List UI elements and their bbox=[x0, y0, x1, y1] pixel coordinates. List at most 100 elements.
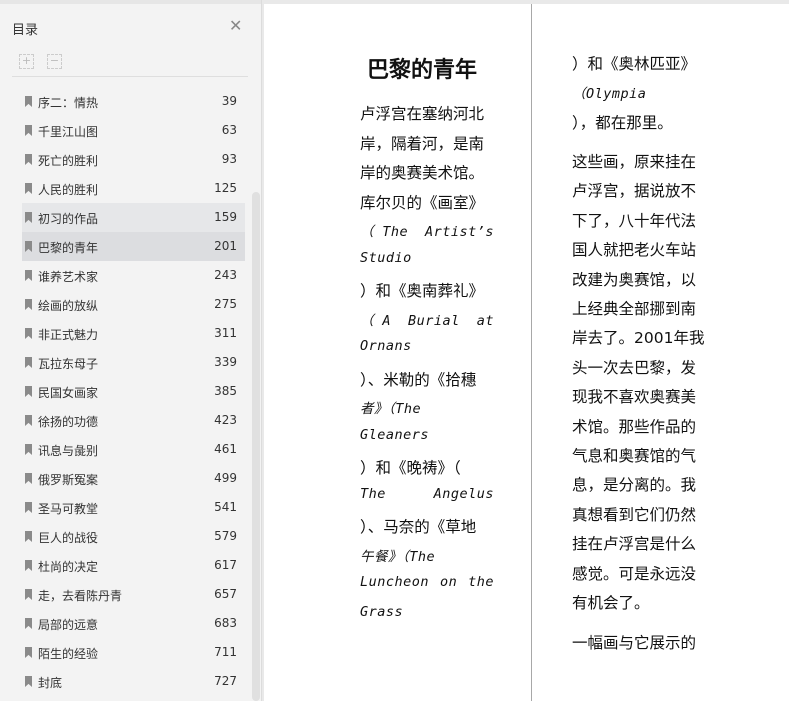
bookmark-icon bbox=[25, 328, 32, 339]
toc-item[interactable]: 巴黎的青年 201 bbox=[22, 232, 245, 261]
toc-item[interactable]: 圣马可教堂 541 bbox=[22, 493, 245, 522]
toc-item-label: 徐扬的功德 bbox=[38, 415, 99, 429]
toc-item[interactable]: 封底 727 bbox=[22, 667, 245, 696]
close-icon[interactable]: ✕ bbox=[229, 18, 242, 34]
toc-item[interactable]: 徐扬的功德 423 bbox=[22, 406, 245, 435]
text-line: ）和《晚祷》（ bbox=[360, 459, 461, 477]
toc-item-page: 243 bbox=[214, 268, 237, 282]
toc-item-label: 巨人的战役 bbox=[38, 531, 99, 545]
toc-item-page: 201 bbox=[214, 239, 237, 253]
text-line: ）、米勒的《拾穗 bbox=[360, 370, 477, 389]
toc-item-page: 93 bbox=[221, 152, 237, 166]
text-line: 头一次去巴黎，发 bbox=[572, 358, 697, 377]
toc-item[interactable]: 死亡的胜利 93 bbox=[22, 145, 245, 174]
text-line: 午餐》（The bbox=[360, 548, 436, 565]
toc-item-page: 683 bbox=[214, 616, 237, 630]
toc-item-page: 275 bbox=[214, 297, 237, 311]
text-line: 挂在卢浮宫是什么 bbox=[572, 535, 697, 554]
chapter-title: 巴黎的青年 bbox=[367, 57, 478, 83]
text-line: （A Burial at bbox=[360, 312, 494, 329]
toc-item-label: 绘画的放纵 bbox=[38, 299, 99, 313]
text-line: 现我不喜欢奥赛美 bbox=[572, 388, 697, 407]
divider bbox=[12, 76, 248, 77]
toc-item-page: 311 bbox=[214, 326, 237, 340]
text-line: Gleaners bbox=[360, 426, 430, 443]
toc-item-page: 657 bbox=[214, 587, 237, 601]
toc-item-label: 讯息与彘别 bbox=[38, 444, 99, 458]
text-line: The Angelus bbox=[360, 485, 494, 502]
toc-item-page: 125 bbox=[214, 181, 237, 195]
toc-item-label: 圣马可教堂 bbox=[38, 502, 99, 516]
expand-all-icon[interactable]: + bbox=[19, 54, 34, 69]
sidebar-top-bar bbox=[0, 0, 261, 4]
bookmark-icon bbox=[25, 502, 32, 513]
text-line: Grass bbox=[360, 603, 404, 620]
text-line: 气息和奥赛馆的气 bbox=[572, 447, 697, 465]
toc-item-page: 499 bbox=[214, 471, 237, 485]
toc-item-page: 423 bbox=[214, 413, 237, 427]
toc-item[interactable]: 局部的远意 683 bbox=[22, 609, 245, 638]
text-line: 改建为奥赛馆，以 bbox=[572, 270, 697, 289]
text-line: （The Artist’s bbox=[360, 224, 494, 240]
toc-item-page: 385 bbox=[214, 384, 237, 398]
text-line: ），都在那里。 bbox=[572, 114, 673, 132]
toc-item[interactable]: 谁养艺术家 243 bbox=[22, 261, 245, 290]
toc-item[interactable]: 民国女画家 385 bbox=[22, 377, 245, 406]
toc-item-page: 461 bbox=[214, 442, 237, 456]
text-line: Studio bbox=[360, 249, 412, 266]
toc-item-label: 杜尚的决定 bbox=[38, 560, 99, 574]
bookmark-icon bbox=[25, 415, 32, 426]
toc-item[interactable]: 序二：情热 39 bbox=[22, 87, 245, 116]
toc-item[interactable]: 初习的作品 159 bbox=[22, 203, 245, 232]
toc-item[interactable]: 杜尚的决定 617 bbox=[22, 551, 245, 580]
text-line: Ornans bbox=[360, 338, 412, 354]
bookmark-icon bbox=[25, 386, 32, 397]
bookmark-icon bbox=[25, 125, 32, 136]
text-line: 息，是分离的。我 bbox=[572, 476, 697, 495]
sidebar-scrollbar[interactable] bbox=[252, 192, 260, 701]
text-line: ）和《奥林匹亚》 bbox=[572, 55, 697, 73]
toc-item[interactable]: 讯息与彘别 461 bbox=[22, 435, 245, 464]
text-line: 国人就把老火车站 bbox=[572, 241, 697, 260]
toc-item-label: 走，去看陈丹青 bbox=[38, 589, 123, 603]
document-page bbox=[264, 4, 789, 701]
text-line: 库尔贝的《画室》 bbox=[360, 193, 485, 212]
toc-item[interactable]: 陌生的经验 711 bbox=[22, 638, 245, 667]
bookmark-icon bbox=[25, 473, 32, 484]
toc-item[interactable]: 非正式魅力 311 bbox=[22, 319, 245, 348]
toc-item[interactable]: 俄罗斯冤案 499 bbox=[22, 464, 245, 493]
toc-item[interactable]: 瓦拉东母子 339 bbox=[22, 348, 245, 377]
toc-item[interactable]: 人民的胜利 125 bbox=[22, 174, 245, 203]
column-divider bbox=[531, 4, 532, 701]
toc-item-label: 巴黎的青年 bbox=[38, 241, 99, 255]
text-line: 上经典全部挪到南 bbox=[572, 300, 697, 318]
toc-item-page: 711 bbox=[214, 645, 237, 659]
toc-item-page: 159 bbox=[214, 210, 237, 224]
bookmark-icon bbox=[25, 270, 32, 281]
toc-item-page: 727 bbox=[214, 674, 237, 688]
bookmark-icon bbox=[25, 96, 32, 107]
toc-item[interactable]: 绘画的放纵 275 bbox=[22, 290, 245, 319]
text-line: Luncheon on the bbox=[360, 574, 494, 590]
text-line: 有机会了。 bbox=[572, 594, 650, 612]
toc-item[interactable]: 巨人的战役 579 bbox=[22, 522, 245, 551]
toc-item-label: 人民的胜利 bbox=[38, 183, 99, 197]
bookmark-icon bbox=[25, 154, 32, 165]
bookmark-icon bbox=[25, 357, 32, 368]
toc-item[interactable]: 走，去看陈丹青 657 bbox=[22, 580, 245, 609]
toc-item[interactable]: 千里江山图 63 bbox=[22, 116, 245, 145]
toc-item-label: 陌生的经验 bbox=[38, 647, 99, 661]
toc-item-label: 谁养艺术家 bbox=[38, 270, 99, 284]
bookmark-icon bbox=[25, 676, 32, 687]
bookmark-icon bbox=[25, 618, 32, 629]
toc-item-label: 序二：情热 bbox=[38, 96, 99, 110]
text-line: 岸的奥赛美术馆。 bbox=[360, 164, 485, 182]
toc-item-page: 39 bbox=[221, 94, 237, 108]
text-line: ）和《奥南葬礼》 bbox=[360, 282, 485, 300]
toc-item-label: 俄罗斯冤案 bbox=[38, 473, 99, 487]
text-line: 卢浮宫，据说放不 bbox=[572, 182, 697, 201]
bookmark-icon bbox=[25, 183, 32, 194]
toc-item-label: 局部的远意 bbox=[38, 618, 99, 632]
toc-item-label: 初习的作品 bbox=[38, 212, 99, 226]
collapse-all-icon[interactable]: − bbox=[47, 54, 62, 69]
